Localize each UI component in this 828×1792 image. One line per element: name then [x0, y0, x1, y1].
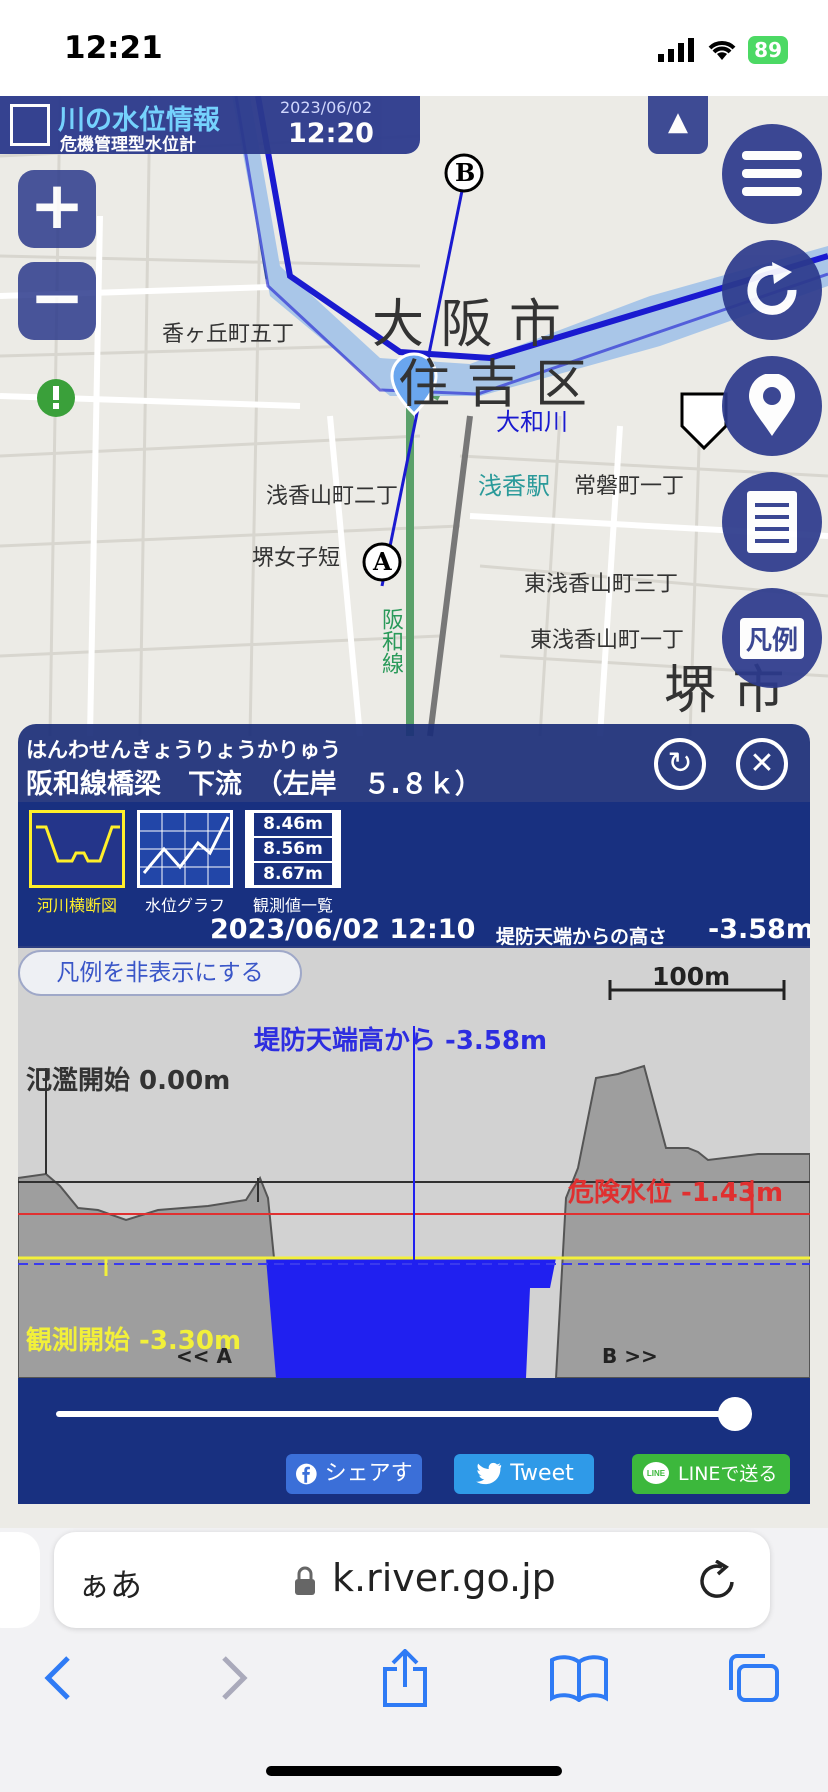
asakayama-label: 浅香山町二丁: [266, 484, 399, 509]
document-list-icon: [747, 491, 797, 553]
higashi-asakayama-3-label: 東浅香山町三丁: [524, 572, 679, 597]
current-location-button[interactable]: [722, 356, 822, 456]
reader-options-button[interactable]: ぁあ: [78, 1560, 142, 1606]
zoom-in-button[interactable]: +: [18, 170, 96, 248]
reload-icon: [747, 262, 797, 315]
chevron-right-icon: [222, 1656, 248, 1700]
book-icon: [550, 1655, 608, 1702]
tab-cross-section[interactable]: 河川横断図: [28, 810, 126, 916]
header-time: 12:20: [288, 118, 374, 149]
observation-label: 堤防天端からの高さ: [496, 926, 668, 948]
scale-label: 100m: [652, 962, 731, 991]
tab-cross-section-label: 河川横断図: [36, 896, 117, 915]
water-level-logo-icon: [10, 104, 50, 146]
sakaijoshi-label: 堺女子短: [252, 546, 341, 571]
legend-toggle-button[interactable]: 凡例を非表示にする: [18, 950, 302, 996]
line-graph-icon: [140, 813, 230, 885]
forward-button[interactable]: [200, 1648, 270, 1708]
asaka-station-label: 浅香駅: [478, 472, 550, 500]
tabs-button[interactable]: [718, 1648, 788, 1708]
line-share-button[interactable]: LINE LINEで送る: [632, 1454, 790, 1494]
higashi-asakayama-1-label: 東浅香山町一丁: [530, 628, 685, 653]
share-bar: シェアする Tweet LINE LINEで送る: [18, 1446, 810, 1504]
cross-section-icon: [36, 825, 120, 863]
time-slider[interactable]: [18, 1378, 810, 1448]
cross-section-graphic: [18, 980, 810, 1379]
back-button[interactable]: [22, 1648, 92, 1708]
observation-value: -3.58m: [708, 914, 810, 945]
status-bar: 12:21 89: [0, 0, 828, 96]
hamburger-icon: [742, 151, 802, 196]
collapse-up-button[interactable]: ▲: [648, 96, 708, 154]
panel-close-button[interactable]: ✕: [736, 738, 788, 790]
bookmarks-button[interactable]: [544, 1648, 614, 1708]
location-pin-icon: [749, 374, 795, 436]
side-b-label: B >>: [602, 1344, 658, 1368]
status-time: 12:21: [64, 30, 163, 66]
point-b-marker[interactable]: B: [455, 158, 475, 187]
chevron-left-icon: [44, 1656, 70, 1700]
hanwa-line-label: 阪和線: [378, 608, 403, 674]
facebook-share-label: シェアする: [324, 1461, 412, 1486]
observation-bar: 2023/06/02 12:10 堤防天端からの高さ -3.58m: [18, 914, 810, 948]
kagaokacho-label: 香ヶ丘町五丁: [162, 322, 295, 347]
reload-page-icon[interactable]: [698, 1560, 738, 1602]
tweet-button[interactable]: Tweet: [454, 1454, 594, 1494]
cross-section-chart: 凡例を非表示にする 100m 堤防天端高から -3.58m 氾濫開始 0.00m…: [18, 948, 810, 1379]
station-kana: はんわせんきょうりょうかりゅう: [26, 738, 341, 762]
tabs-icon: [729, 1654, 779, 1702]
table-preview-3: 8.67m: [254, 862, 332, 885]
share-page-button[interactable]: [370, 1648, 440, 1708]
header-date: 2023/06/02: [280, 98, 373, 117]
reload-map-button[interactable]: [722, 240, 822, 340]
time-slider-handle[interactable]: [718, 1397, 752, 1431]
facebook-icon: [296, 1463, 317, 1485]
danger-level-label: 危険水位 -1.43m: [568, 1178, 784, 1208]
facebook-share-button[interactable]: シェアする: [286, 1454, 422, 1494]
app-header[interactable]: 川の水位情報 危機管理型水位計 2023/06/02 12:20: [0, 96, 420, 155]
wifi-icon: [708, 41, 736, 60]
battery-icon: 89: [748, 36, 788, 64]
map-legend-label: 凡例: [739, 617, 804, 659]
tab-water-level-graph[interactable]: 水位グラフ: [136, 810, 234, 916]
side-a-label: << A: [176, 1344, 232, 1368]
tab-observation-list-label: 観測値一覧: [252, 896, 333, 915]
flood-start-label: 氾濫開始 0.00m: [26, 1066, 231, 1096]
address-bar[interactable]: ぁあ k.river.go.jp: [54, 1532, 770, 1628]
tweet-label: Tweet: [510, 1461, 574, 1486]
station-name: 阪和線橋梁 下流 （左岸 ５.８ｋ）: [26, 769, 482, 800]
levee-height-label: 堤防天端高から -3.58m: [254, 1026, 548, 1056]
list-button[interactable]: [722, 472, 822, 572]
home-indicator: [266, 1766, 562, 1776]
signal-icon: [658, 38, 695, 62]
panel-refresh-button[interactable]: ↻: [654, 738, 706, 790]
point-a-marker[interactable]: A: [373, 547, 392, 576]
url-text[interactable]: k.river.go.jp: [332, 1556, 556, 1600]
map-legend-button[interactable]: 凡例: [722, 588, 822, 688]
time-slider-track[interactable]: [56, 1411, 752, 1417]
tab-water-level-graph-label: 水位グラフ: [144, 896, 225, 915]
panel-tabs: 河川横断図 水位グラフ 8.46m 8.56m 8.67m 観測値一覧: [18, 802, 810, 920]
yamatogawa-label: 大和川: [496, 408, 568, 436]
previous-tab-preview[interactable]: [0, 1532, 40, 1628]
lock-icon: [295, 1566, 315, 1595]
line-share-label: LINEで送る: [678, 1463, 778, 1485]
station-panel: はんわせんきょうりょうかりゅう 阪和線橋梁 下流 （左岸 ５.８ｋ） ↻ ✕ 河…: [18, 724, 810, 1504]
share-icon: [383, 1649, 427, 1707]
svg-text:LINE: LINE: [647, 1469, 666, 1478]
tab-observation-list[interactable]: 8.46m 8.56m 8.67m 観測値一覧: [244, 810, 342, 916]
observation-datetime: 2023/06/02 12:10: [210, 914, 476, 945]
table-preview-1: 8.46m: [254, 813, 332, 836]
twitter-bird-icon: [476, 1462, 502, 1485]
menu-button[interactable]: [722, 124, 822, 224]
line-icon: LINE: [643, 1462, 669, 1484]
table-preview-2: 8.56m: [254, 837, 332, 861]
app-subtitle: 危機管理型水位計: [60, 135, 196, 155]
zoom-out-button[interactable]: −: [18, 262, 96, 340]
tokiwacho-label: 常磐町一丁: [574, 474, 685, 499]
